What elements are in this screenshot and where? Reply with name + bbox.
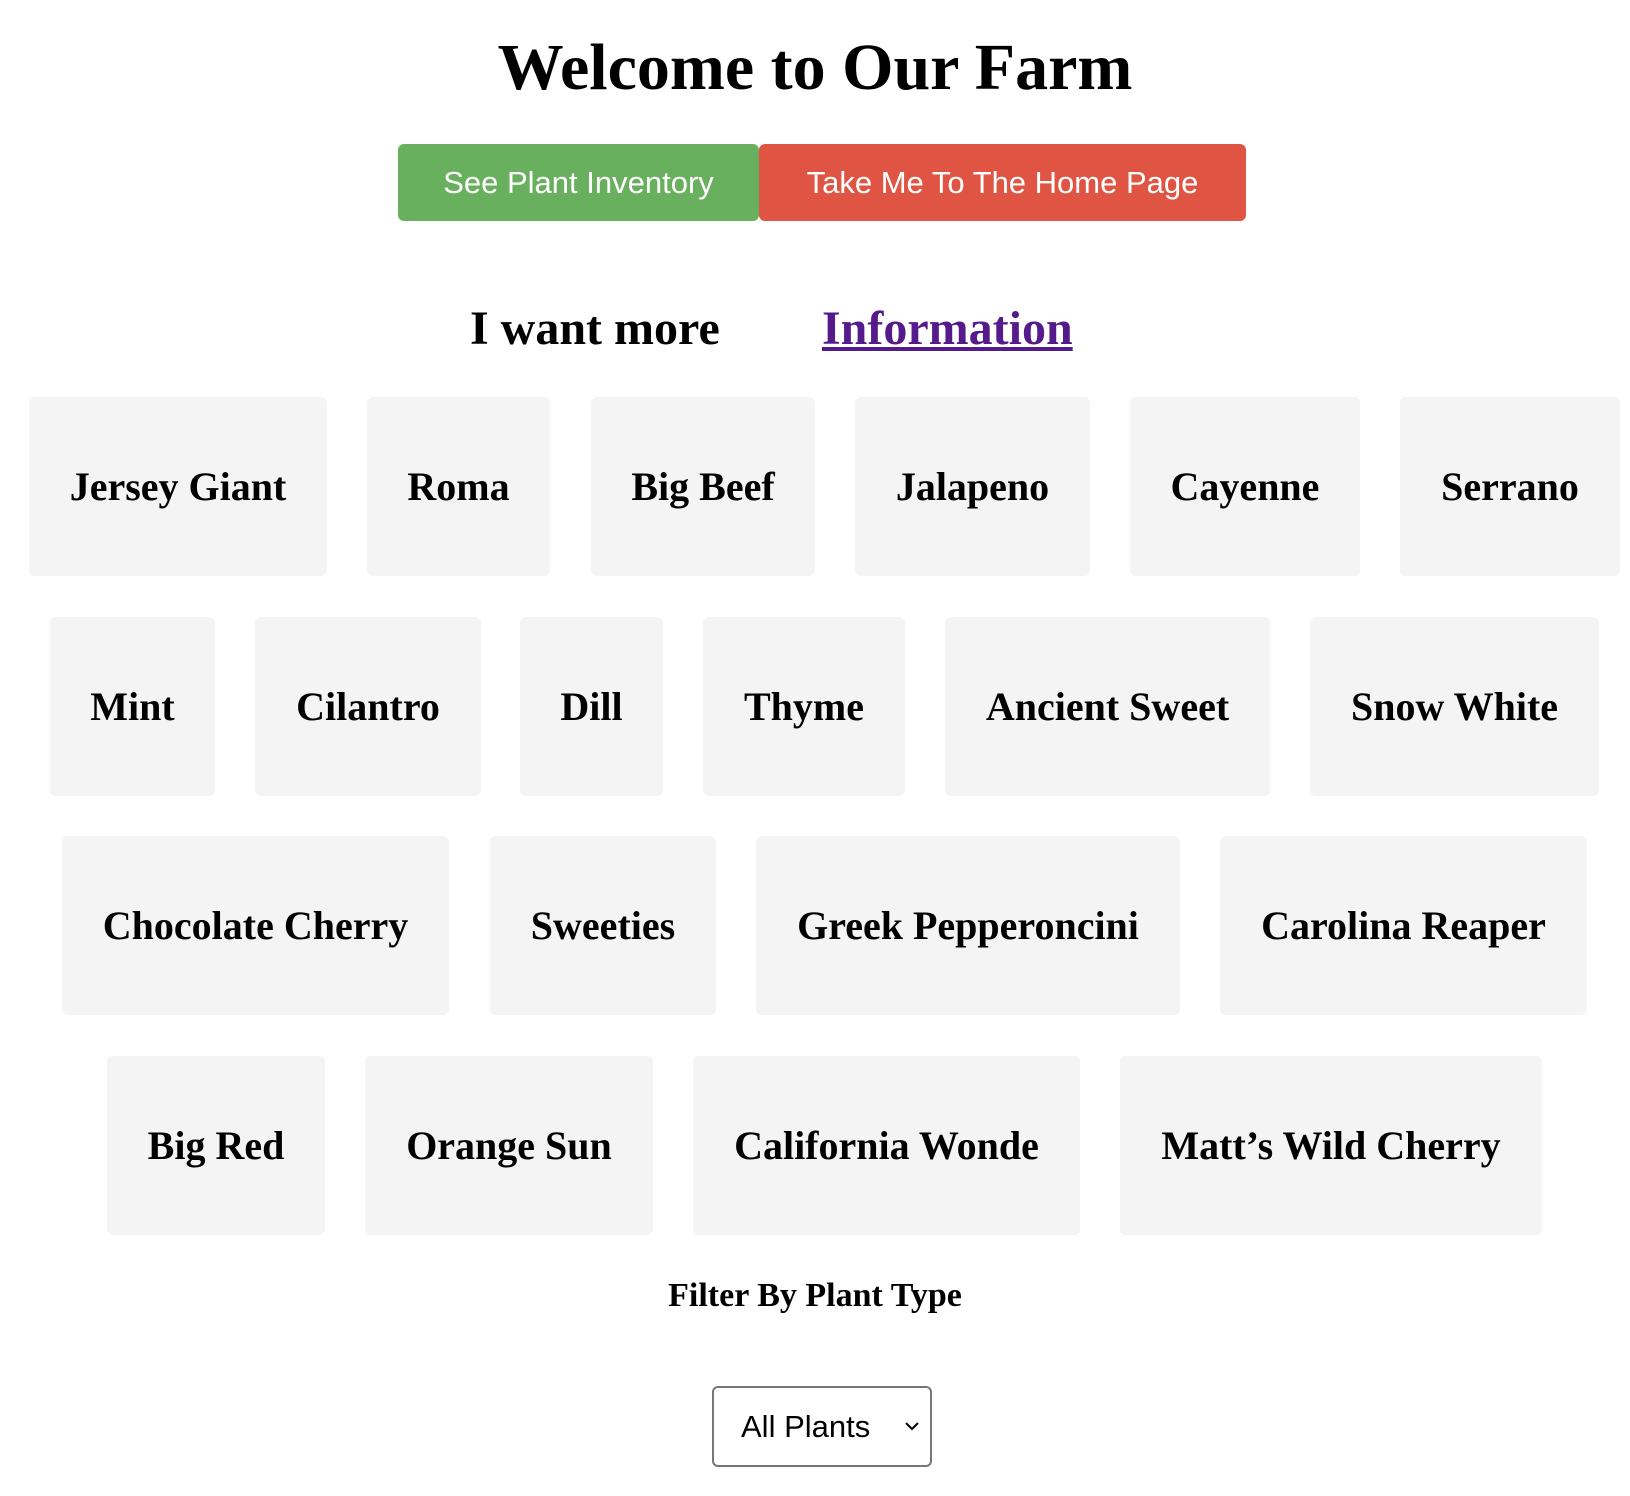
plant-tile[interactable]: Thyme xyxy=(703,617,905,796)
plant-tile[interactable]: Sweeties xyxy=(490,836,716,1015)
filter-label: Filter By Plant Type xyxy=(668,1277,962,1314)
plant-tile[interactable]: Carolina Reaper xyxy=(1220,836,1587,1015)
more-info-heading: I want more Information xyxy=(0,296,1630,362)
plant-tile[interactable]: Matt’s Wild Cherry xyxy=(1120,1056,1542,1235)
plant-tile[interactable]: Cayenne xyxy=(1130,397,1360,576)
more-info-text: I want more xyxy=(470,302,720,355)
plant-tile[interactable]: Ancient Sweet xyxy=(945,617,1270,796)
plant-tile[interactable]: Serrano xyxy=(1400,397,1620,576)
select-value: All Plants xyxy=(741,1408,871,1444)
plant-tile[interactable]: Jalapeno xyxy=(855,397,1090,576)
plant-tile[interactable]: Big Red xyxy=(107,1056,325,1235)
plant-type-select[interactable]: All Plants xyxy=(712,1386,932,1467)
plant-tile[interactable]: Orange Sun xyxy=(365,1056,653,1235)
page-title: Welcome to Our Farm xyxy=(497,31,1133,104)
plant-tile[interactable]: Greek Pepperoncini xyxy=(756,836,1180,1015)
information-link[interactable]: Information xyxy=(822,296,1073,362)
plant-tile[interactable]: Big Beef xyxy=(591,397,815,576)
home-page-button[interactable]: Take Me To The Home Page xyxy=(759,144,1246,221)
plant-tile[interactable]: California Wonde xyxy=(693,1056,1080,1235)
plant-tile[interactable]: Chocolate Cherry xyxy=(62,836,449,1015)
chevron-down-icon xyxy=(905,1422,919,1431)
plant-tile[interactable]: Cilantro xyxy=(255,617,481,796)
plant-tile[interactable]: Mint xyxy=(50,617,215,796)
plant-tile[interactable]: Dill xyxy=(520,617,663,796)
plant-tile[interactable]: Roma xyxy=(367,397,550,576)
plant-tile[interactable]: Snow White xyxy=(1310,617,1599,796)
plant-tile[interactable]: Jersey Giant xyxy=(29,397,327,576)
see-plant-inventory-button[interactable]: See Plant Inventory xyxy=(398,144,759,221)
